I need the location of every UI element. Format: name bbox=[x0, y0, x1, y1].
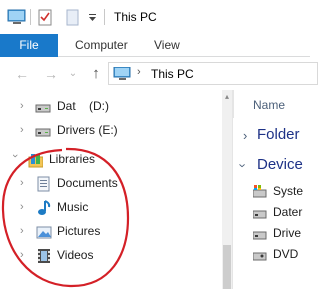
nav-item-pictures[interactable]: › Pictures bbox=[0, 221, 232, 243]
dvd-drive-icon bbox=[253, 252, 267, 261]
nav-item-label: Libraries bbox=[49, 152, 96, 166]
window-title: This PC bbox=[114, 10, 157, 24]
device-item-label: Drive bbox=[273, 226, 302, 240]
forward-button[interactable]: → bbox=[42, 65, 60, 83]
ribbon-tabs: File Computer View bbox=[0, 34, 310, 57]
expand-chevron-icon[interactable]: › bbox=[20, 100, 30, 112]
music-icon bbox=[38, 200, 51, 215]
group-devices[interactable]: › Device bbox=[233, 156, 310, 178]
new-folder-icon[interactable] bbox=[66, 9, 80, 27]
this-pc-icon bbox=[113, 67, 131, 80]
tab-file[interactable]: File bbox=[0, 34, 58, 57]
expand-chevron-icon[interactable]: › bbox=[20, 124, 30, 136]
expand-chevron-icon[interactable]: › bbox=[243, 128, 247, 143]
breadcrumb-separator[interactable]: › bbox=[137, 66, 141, 78]
group-label: Folder bbox=[257, 126, 300, 143]
nav-item-dat-drive[interactable]: › Dat (D:) bbox=[0, 96, 232, 118]
title-divider bbox=[104, 9, 105, 25]
content-pane: Name › Folder › Device Syste Dater Drive bbox=[233, 90, 310, 289]
expand-chevron-icon[interactable]: › bbox=[20, 201, 30, 213]
nav-item-videos[interactable]: › Videos bbox=[0, 245, 232, 267]
quick-access-divider bbox=[30, 9, 31, 25]
device-item-dvd[interactable]: DVD bbox=[253, 246, 310, 264]
nav-item-label: Documents bbox=[57, 176, 118, 190]
tab-view[interactable]: View bbox=[154, 34, 180, 57]
videos-icon bbox=[38, 249, 50, 263]
system-drive-icon bbox=[253, 185, 267, 198]
scroll-thumb[interactable] bbox=[223, 245, 231, 289]
nav-item-documents[interactable]: › Documents bbox=[0, 173, 232, 195]
libraries-icon bbox=[28, 154, 43, 168]
nav-item-label: Dat (D:) bbox=[57, 99, 110, 113]
nav-item-label: Videos bbox=[57, 248, 94, 262]
device-item-data[interactable]: Dater bbox=[253, 204, 310, 222]
documents-icon bbox=[37, 176, 50, 192]
nav-item-music[interactable]: › Music bbox=[0, 197, 232, 219]
device-item-system[interactable]: Syste bbox=[253, 183, 310, 201]
collapse-chevron-icon[interactable]: › bbox=[9, 154, 21, 164]
up-button[interactable]: ↑ bbox=[87, 65, 105, 83]
nav-item-drivers-drive[interactable]: › Drivers (E:) bbox=[0, 120, 232, 142]
nav-item-label: Music bbox=[57, 200, 89, 214]
address-row: ← → ⌄ ↑ › This PC bbox=[0, 58, 318, 90]
recent-locations-button[interactable]: ⌄ bbox=[64, 65, 82, 83]
computer-icon[interactable] bbox=[7, 9, 27, 25]
address-bar[interactable]: › This PC bbox=[108, 62, 318, 85]
column-header-name[interactable]: Name bbox=[253, 98, 285, 112]
drive-icon bbox=[35, 104, 51, 113]
expand-chevron-icon[interactable]: › bbox=[20, 177, 30, 189]
device-item-label: Syste bbox=[273, 184, 304, 198]
expand-chevron-icon[interactable]: › bbox=[20, 249, 30, 261]
title-bar: This PC bbox=[0, 0, 310, 34]
pictures-icon bbox=[36, 226, 52, 239]
collapse-chevron-icon[interactable]: › bbox=[236, 163, 251, 167]
group-folders[interactable]: › Folder bbox=[233, 126, 310, 148]
breadcrumb-this-pc[interactable]: This PC bbox=[151, 67, 194, 81]
customize-dropdown-icon[interactable] bbox=[88, 9, 98, 25]
device-item-label: Dater bbox=[273, 205, 303, 219]
properties-checklist-icon[interactable] bbox=[38, 9, 54, 27]
back-button[interactable]: ← bbox=[13, 65, 31, 83]
tab-computer[interactable]: Computer bbox=[75, 34, 128, 57]
device-item-label: DVD bbox=[273, 247, 299, 261]
nav-item-label: Pictures bbox=[57, 224, 101, 238]
drive-icon bbox=[253, 231, 267, 240]
group-label: Device bbox=[257, 156, 303, 173]
nav-item-label: Drivers (E:) bbox=[57, 123, 118, 137]
drive-icon bbox=[253, 210, 267, 219]
nav-pane-scrollbar[interactable]: ▴ bbox=[222, 90, 232, 289]
column-separator bbox=[233, 90, 234, 118]
device-item-drivers[interactable]: Drive bbox=[253, 225, 310, 243]
drive-icon bbox=[35, 128, 51, 137]
expand-chevron-icon[interactable]: › bbox=[20, 225, 30, 237]
scroll-up-arrow-icon[interactable]: ▴ bbox=[222, 92, 232, 102]
nav-item-libraries[interactable]: › Libraries bbox=[0, 149, 232, 171]
navigation-pane: › Dat (D:) › Drivers (E:) › Libraries › bbox=[0, 90, 232, 289]
